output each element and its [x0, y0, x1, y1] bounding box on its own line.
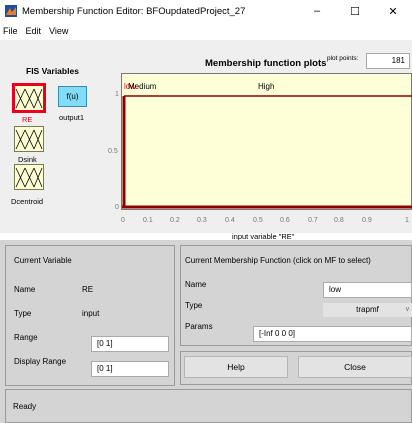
mf-type-value: trapmf: [356, 305, 379, 314]
cv-type-label: Type: [14, 309, 32, 318]
cv-name-label: Name: [14, 285, 36, 294]
input-var-re[interactable]: [12, 83, 46, 113]
cv-type-value: input: [82, 309, 100, 318]
x-tick: 0.5: [253, 217, 263, 224]
x-tick: 0.3: [197, 217, 207, 224]
close-window-button[interactable]: ✕: [374, 0, 412, 22]
var-label-output1: output1: [59, 113, 85, 122]
var-label-re: RE: [22, 115, 33, 124]
mf-plot-curves[interactable]: [122, 74, 412, 211]
cv-range-label: Range: [14, 333, 38, 342]
range-input[interactable]: [0 1]: [91, 336, 169, 352]
var-label-dsink: Dsink: [18, 155, 37, 164]
y-tick: 0: [115, 204, 119, 211]
minimize-button[interactable]: –: [298, 0, 336, 22]
menu-file[interactable]: File: [3, 26, 18, 36]
output-var-box[interactable]: f(u): [58, 86, 87, 107]
mf-label-medium[interactable]: Medium: [128, 82, 156, 91]
mf-plot-area[interactable]: low Medium High: [121, 73, 412, 210]
cv-name-value: RE: [82, 285, 94, 294]
mf-shape-icon: [15, 88, 43, 109]
var-label-dcentroid: Dcentroid: [11, 197, 44, 206]
cmf-params-label: Params: [185, 322, 213, 331]
y-tick: 0.5: [108, 148, 118, 155]
x-tick: 0.1: [143, 217, 153, 224]
mf-label-high[interactable]: High: [258, 82, 274, 91]
mf-params-input[interactable]: [-Inf 0 0 0]: [253, 326, 412, 342]
menu-view[interactable]: View: [49, 26, 68, 36]
input-var-dsink[interactable]: [14, 126, 44, 152]
cv-display-range-label: Display Range: [14, 357, 67, 366]
fis-variables-title: FIS Variables: [26, 66, 79, 76]
input-var-dcentroid[interactable]: [14, 164, 44, 190]
x-tick: 1: [405, 217, 409, 224]
mf-shape-icon: [15, 167, 43, 188]
x-tick: 0.9: [362, 217, 372, 224]
status-text: Ready: [13, 402, 37, 411]
x-tick: 0: [121, 217, 125, 224]
current-mf-title: Current Membership Function (click on MF…: [185, 256, 371, 265]
window-title: Membership Function Editor: BFOupdatedPr…: [22, 5, 246, 17]
fu-label: f(u): [66, 92, 79, 101]
menu-edit[interactable]: Edit: [26, 26, 42, 36]
x-tick: 0.6: [280, 217, 290, 224]
x-tick: 0.7: [308, 217, 318, 224]
x-tick: 0.4: [225, 217, 235, 224]
mf-shape-icon: [15, 129, 43, 150]
maximize-button[interactable]: ☐: [336, 0, 374, 22]
display-range-input[interactable]: [0 1]: [91, 361, 169, 377]
plot-points-input[interactable]: 181: [366, 53, 410, 69]
cmf-type-label: Type: [185, 301, 203, 310]
cmf-name-label: Name: [185, 280, 207, 289]
menu-bar: File Edit View: [0, 22, 412, 39]
close-button[interactable]: Close: [298, 356, 412, 378]
matlab-app-icon: [5, 5, 17, 17]
title-bar: Membership Function Editor: BFOupdatedPr…: [0, 0, 412, 22]
help-button[interactable]: Help: [184, 356, 288, 378]
mf-name-input[interactable]: low: [323, 282, 412, 298]
x-tick: 0.8: [334, 217, 344, 224]
current-variable-title: Current Variable: [14, 256, 72, 265]
mf-type-dropdown[interactable]: trapmf ∨: [323, 303, 412, 317]
status-panel: [5, 389, 412, 423]
plot-title: Membership function plots: [205, 58, 327, 69]
plot-points-label: plot points:: [327, 55, 359, 62]
chevron-down-icon: ∨: [404, 306, 410, 313]
x-tick: 0.2: [170, 217, 180, 224]
y-tick: 1: [115, 91, 119, 98]
